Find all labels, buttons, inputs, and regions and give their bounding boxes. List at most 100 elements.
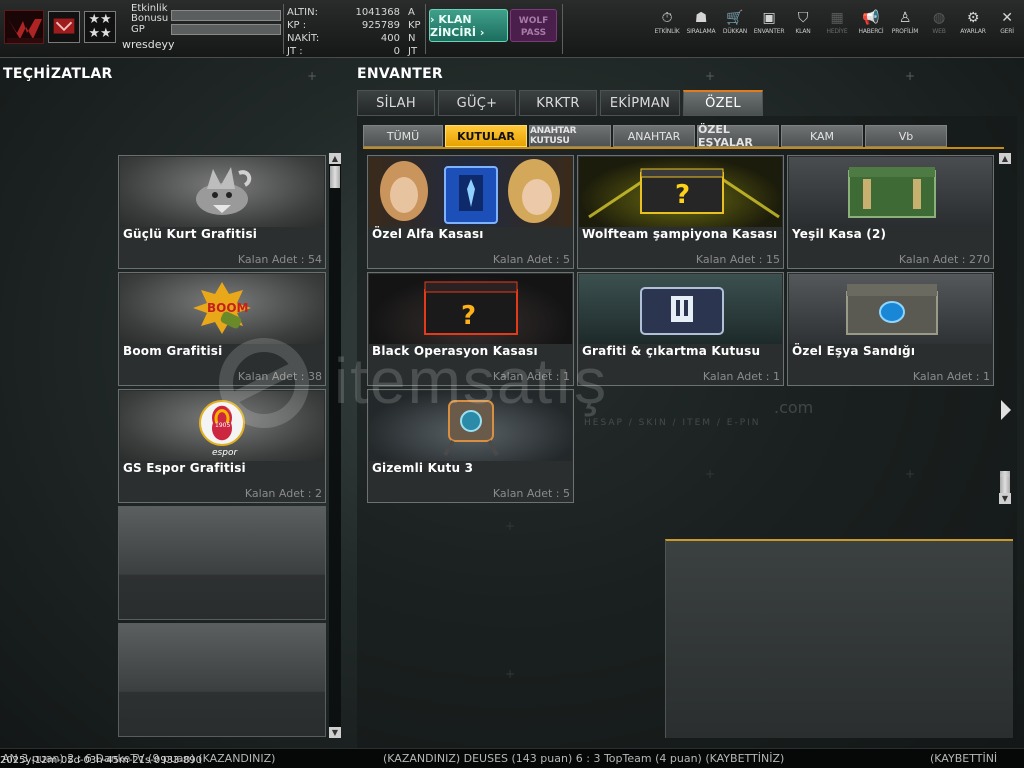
nav-stopwatch[interactable]: ⏱ ETKİNLİK: [650, 8, 684, 35]
inventory-tabs: SİLAH GÜÇ+ KRKTR EKİPMAN ÖZEL: [357, 90, 766, 116]
gift-icon: ▦: [830, 10, 844, 26]
ticker-segment: (KAZANDINIZ) DEUSES (143 puan) 6 : 3 Top…: [383, 752, 785, 765]
nav-inventory[interactable]: ▣ ENVANTER: [752, 8, 786, 35]
tab-silah[interactable]: SİLAH: [357, 90, 435, 116]
subtab-tumu[interactable]: TÜMÜ: [363, 125, 443, 147]
wolf-pass-button[interactable]: WOLF PASS: [510, 9, 557, 42]
item-name: Özel Eşya Sandığı: [792, 344, 916, 358]
svg-text:?: ?: [461, 301, 476, 331]
item-quantity: Kalan Adet : 270: [898, 253, 990, 266]
megaphone-icon: 📢: [862, 10, 880, 26]
equipment-scrollbar[interactable]: ▲ ▼: [329, 153, 341, 738]
klan-chain-button[interactable]: › KLAN ZİNCİRİ ›: [429, 9, 508, 42]
equipment-quantity: Kalan Adet : 54: [237, 253, 322, 266]
nav-megaphone[interactable]: 📢 HABERCİ: [854, 8, 888, 35]
nav-profile[interactable]: ♙ PROFİLİM: [888, 8, 922, 35]
nav-globe[interactable]: ◍ WEB: [922, 8, 956, 35]
nav-close[interactable]: ✕ GERİ: [990, 8, 1024, 35]
next-page-arrow-icon[interactable]: [999, 398, 1013, 422]
gs-espor-text: espor: [212, 448, 238, 458]
nav-label: DÜKKAN: [722, 28, 748, 35]
top-bar: ★★ ★★ Etkinlik Bonusu GP wresdeyy ALTIN: 1…: [0, 0, 1024, 58]
tab-ozel[interactable]: ÖZEL: [683, 90, 763, 116]
gear-icon: ⚙: [966, 10, 980, 26]
subtab-kam[interactable]: KAM: [781, 125, 863, 147]
inventory-scrollbar[interactable]: ▲ ▼: [999, 153, 1011, 505]
nav-label: HEDİYE: [826, 28, 848, 35]
equipment-quantity: Kalan Adet : 38: [237, 370, 322, 383]
cart-icon: 🛒: [726, 10, 744, 26]
equipment-quantity: Kalan Adet : 2: [244, 487, 322, 500]
subtab-underline: [363, 147, 1004, 149]
nav-medal[interactable]: ☗ SIRALAMA: [684, 8, 718, 35]
item-quantity: Kalan Adet : 1: [912, 370, 990, 383]
championship-case-image: ?: [579, 157, 782, 227]
equipment-card[interactable]: BOOM Boom Grafitisi Kalan Adet : 38: [118, 272, 326, 386]
game-logo: [4, 10, 44, 44]
subtab-vb[interactable]: Vb: [865, 125, 947, 147]
currency-panel: ALTIN: 1041368 A KP :925789 KP NAKİT: 400 N J…: [287, 6, 422, 58]
close-icon: ✕: [1001, 10, 1013, 26]
equipment-card[interactable]: 1905 espor GS Espor Grafitisi Kalan Adet…: [118, 389, 326, 503]
scroll-down-icon[interactable]: ▼: [329, 727, 341, 738]
nav-gift[interactable]: ▦ HEDİYE: [820, 8, 854, 35]
inventory-subtabs: TÜMÜ KUTULAR ANAHTAR KUTUSU ANAHTAR ÖZEL…: [363, 123, 949, 149]
tab-guc[interactable]: GÜÇ+: [438, 90, 516, 116]
inventory-item-card[interactable]: Yeşil Kasa (2) Kalan Adet : 270: [787, 155, 994, 269]
medal-icon: ☗: [694, 10, 708, 26]
empty-equipment-slot[interactable]: [118, 623, 326, 737]
nav-label: PROFİLİM: [891, 28, 919, 35]
item-name: Özel Alfa Kasası: [372, 227, 484, 241]
scroll-up-icon[interactable]: ▲: [999, 153, 1011, 164]
currency-altin: ALTIN: 1041368 A: [287, 7, 415, 18]
empty-equipment-slot[interactable]: [118, 506, 326, 620]
currency-jt: JT :0 JT: [287, 46, 418, 57]
inventory-item-card[interactable]: Özel Eşya Sandığı Kalan Adet : 1: [787, 272, 994, 386]
nav-label: SIRALAMA: [686, 28, 716, 35]
subtab-anahtar[interactable]: ANAHTAR: [613, 125, 695, 147]
timestamp: 2025y-12m-05d-03h-45m-21s-0933-890: [0, 755, 202, 766]
scroll-thumb[interactable]: [330, 166, 340, 188]
currency-kp: KP :925789 KP: [287, 20, 421, 31]
stopwatch-icon: ⏱: [661, 10, 673, 26]
subtab-kutular[interactable]: KUTULAR: [445, 125, 527, 147]
ticker-segment: (KAYBETTİNİ: [930, 752, 998, 765]
inventory-item-card[interactable]: Gizemli Kutu 3 Kalan Adet : 5: [367, 389, 574, 503]
nav-gear[interactable]: ⚙ AYARLAR: [956, 8, 990, 35]
shield-icon: ⛉: [797, 10, 809, 26]
subtab-ozel-esyalar[interactable]: ÖZEL EŞYALAR: [697, 123, 779, 149]
tab-ekipman[interactable]: EKİPMAN: [600, 90, 680, 116]
equipment-name: GS Espor Grafitisi: [123, 461, 246, 475]
subtab-anahtar-kutusu[interactable]: ANAHTAR KUTUSU: [529, 125, 611, 147]
inventory-item-card[interactable]: Grafiti & çıkartma Kutusu Kalan Adet : 1: [577, 272, 784, 386]
nav-shield[interactable]: ⛉ KLAN: [786, 8, 820, 35]
inventory-item-card[interactable]: ? Wolfteam şampiyona Kasası Kalan Adet :…: [577, 155, 784, 269]
clan-emblem[interactable]: [48, 11, 80, 43]
divider: [562, 4, 563, 54]
inventory-item-card[interactable]: ? Black Operasyon Kasası Kalan Adet : 1: [367, 272, 574, 386]
inventory-item-card[interactable]: Özel Alfa Kasası Kalan Adet : 5: [367, 155, 574, 269]
tab-krktr[interactable]: KRKTR: [519, 90, 597, 116]
globe-icon: ◍: [932, 10, 946, 26]
black-ops-case-image: ?: [369, 274, 572, 344]
item-quantity: Kalan Adet : 1: [492, 370, 570, 383]
username: wresdeyy: [122, 38, 175, 51]
equipment-card[interactable]: Güçlü Kurt Grafitisi Kalan Adet : 54: [118, 155, 326, 269]
divider: [283, 4, 284, 54]
profile-icon: ♙: [898, 10, 912, 26]
scroll-top-icon[interactable]: ︽: [1000, 469, 1010, 479]
event-bonus-label: Etkinlik Bonusu: [131, 3, 169, 24]
nav-label: KLAN: [795, 28, 811, 35]
gs-badge-year: 1905: [215, 422, 230, 429]
item-quantity: Kalan Adet : 5: [492, 253, 570, 266]
svg-text:?: ?: [675, 180, 690, 210]
special-chest-image: [789, 274, 992, 344]
boom-graffiti-image: BOOM: [120, 274, 324, 344]
nav-cart[interactable]: 🛒 DÜKKAN: [718, 8, 752, 35]
scroll-down-icon[interactable]: ▼: [999, 493, 1011, 504]
plus-mark: +: [307, 69, 318, 83]
scroll-up-icon[interactable]: ▲: [329, 153, 341, 164]
rank-stars-icon: ★★ ★★: [84, 11, 116, 43]
green-case-image: [789, 157, 992, 227]
event-bonus-bar: [171, 10, 281, 21]
